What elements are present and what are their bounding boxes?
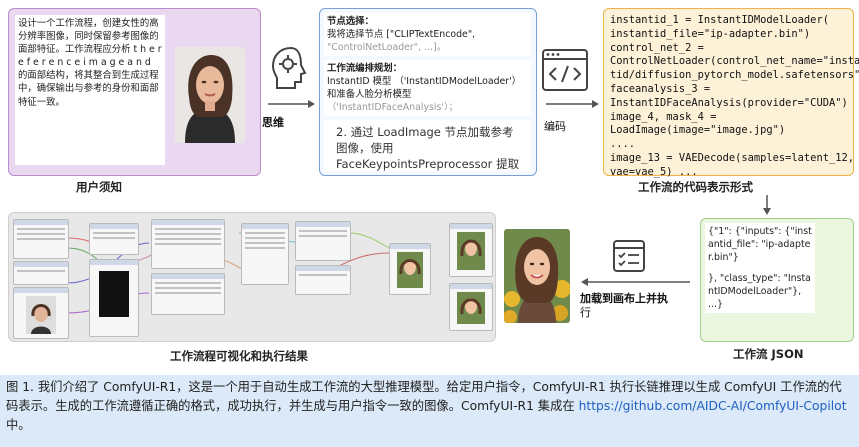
workflow-planning-line: （'InstantIDFaceAnalysis'）； — [327, 102, 459, 113]
brain-gear-icon — [268, 44, 314, 100]
workflow-json-line: }, "class_type": "InstantIDModelLoader"}… — [708, 273, 811, 310]
workflow-json-panel: {"1": {"inputs": {"instantid_file": "ip-… — [700, 218, 854, 342]
reasoning-content: 节点选择： 我将选择节点 ["CLIPTextEncode", "Control… — [324, 13, 531, 171]
workflow-json-caption: 工作流 JSON — [733, 347, 804, 361]
node-selection-line: "ControlNetLoader", ...]。 — [327, 42, 447, 53]
user-instruction-panel: 设计一个工作流程，创建女性的高分辨率图像，同时保留参考图像的面部特征。工作流程应… — [8, 8, 261, 176]
github-link[interactable]: https://github.com/AIDC-AI/ComfyUI-Copil… — [579, 399, 847, 413]
canvas-node — [89, 223, 139, 255]
canvas-node — [389, 243, 431, 295]
think-arrow-label: 思维 — [262, 116, 284, 129]
execute-arrow — [581, 278, 690, 286]
canvas-node — [151, 273, 225, 315]
node-selection-line: 我将选择节点 ["CLIPTextEncode", — [327, 29, 476, 40]
canvas-node — [241, 223, 289, 285]
workflow-planning-line: InstantID 模型 （'InstantIDModelLoader'） — [327, 76, 522, 87]
execute-arrow-label-2: 行 — [580, 306, 591, 319]
generated-result-image — [504, 229, 570, 323]
node-selection-title: 节点选择： — [327, 16, 374, 27]
workflow-code-text: instantid_1 = InstantIDModelLoader( inst… — [610, 14, 859, 178]
user-instruction-text: 设计一个工作流程，创建女性的高分辨率图像，同时保留参考图像的面部特征。工作流程应… — [15, 15, 165, 165]
canvas-node — [151, 219, 225, 269]
code-arrow — [546, 100, 599, 108]
canvas-node — [13, 261, 69, 285]
workflow-json-text: {"1": {"inputs": {"instantid_file": "ip-… — [705, 223, 815, 313]
user-instruction-caption: 用户须知 — [76, 180, 122, 194]
canvas-node — [13, 219, 69, 259]
reasoning-panel: 节点选择： 我将选择节点 ["CLIPTextEncode", "Control… — [319, 8, 537, 176]
canvas-node — [295, 265, 351, 295]
canvas-node — [13, 287, 69, 339]
think-arrow — [268, 100, 315, 108]
canvas-node — [449, 223, 493, 277]
workflow-code-caption: 工作流的代码表示形式 — [638, 180, 753, 194]
reasoning-step-text: 2. 通过 LoadImage 节点加载参考图像，使用 FaceKeypoint… — [324, 120, 531, 171]
execute-arrow-label: 加载到画布上并执 — [580, 292, 668, 305]
down-arrow — [763, 195, 771, 215]
code-arrow-label: 编码 — [544, 120, 566, 133]
canvas-node — [89, 259, 139, 337]
code-window-icon — [541, 48, 589, 96]
figure-caption: 图 1. 我们介绍了 ComfyUI-R1，这是一个用于自动生成工作流的大型推理… — [0, 375, 859, 447]
node-selection-card: 节点选择： 我将选择节点 ["CLIPTextEncode", "Control… — [324, 13, 531, 56]
reference-portrait-image — [175, 47, 245, 143]
canvas-caption: 工作流程可视化和执行结果 — [170, 349, 308, 363]
figure-caption-suffix: 中。 — [6, 418, 31, 432]
workflow-planning-card: 工作流编排规划： InstantID 模型 （'InstantIDModelLo… — [324, 60, 531, 116]
workflow-planning-line: 和准备人脸分析模型 — [327, 89, 412, 100]
canvas-node — [295, 221, 351, 261]
checklist-icon — [612, 239, 646, 277]
workflow-code-panel: instantid_1 = InstantIDModelLoader( inst… — [603, 8, 859, 178]
workflow-canvas — [8, 212, 496, 342]
workflow-planning-title: 工作流编排规划： — [327, 63, 403, 74]
workflow-json-line: {"1": {"inputs": {"instantid_file": "ip-… — [708, 226, 812, 263]
canvas-node — [449, 283, 493, 331]
